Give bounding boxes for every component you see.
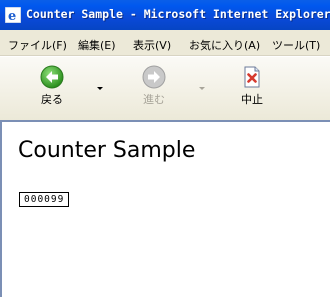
- page-content-area: Counter Sample 000099: [0, 120, 330, 297]
- forward-dropdown-arrow[interactable]: [199, 87, 205, 90]
- menu-favorites[interactable]: お気に入り(A): [189, 37, 260, 53]
- menu-bar: ファイル(F) 編集(E) 表示(V) お気に入り(A) ツール(T): [0, 30, 330, 56]
- counter-display: 000099: [19, 192, 70, 207]
- back-button[interactable]: 戻る: [26, 57, 78, 117]
- window-title: Counter Sample - Microsoft Internet Expl…: [26, 7, 330, 21]
- svg-text:e: e: [8, 9, 16, 23]
- page-heading: Counter Sample: [18, 138, 196, 163]
- internet-explorer-icon: e: [5, 7, 21, 23]
- menu-view[interactable]: 表示(V): [133, 37, 171, 53]
- menu-edit[interactable]: 編集(E): [78, 37, 116, 53]
- stop-page-icon: [244, 66, 260, 88]
- standard-toolbar: 戻る 進む 中止: [0, 56, 330, 120]
- forward-arrow-icon: [142, 65, 166, 89]
- stop-button[interactable]: 中止: [226, 57, 278, 117]
- back-arrow-icon: [40, 65, 64, 89]
- stop-label: 中止: [241, 93, 263, 106]
- menu-file[interactable]: ファイル(F): [8, 37, 67, 53]
- forward-label: 進む: [143, 93, 165, 106]
- back-label: 戻る: [41, 93, 63, 106]
- forward-button[interactable]: 進む: [128, 57, 180, 117]
- menu-tools[interactable]: ツール(T): [272, 37, 320, 53]
- back-dropdown-arrow[interactable]: [97, 87, 103, 90]
- window-title-bar: e Counter Sample - Microsoft Internet Ex…: [0, 0, 330, 30]
